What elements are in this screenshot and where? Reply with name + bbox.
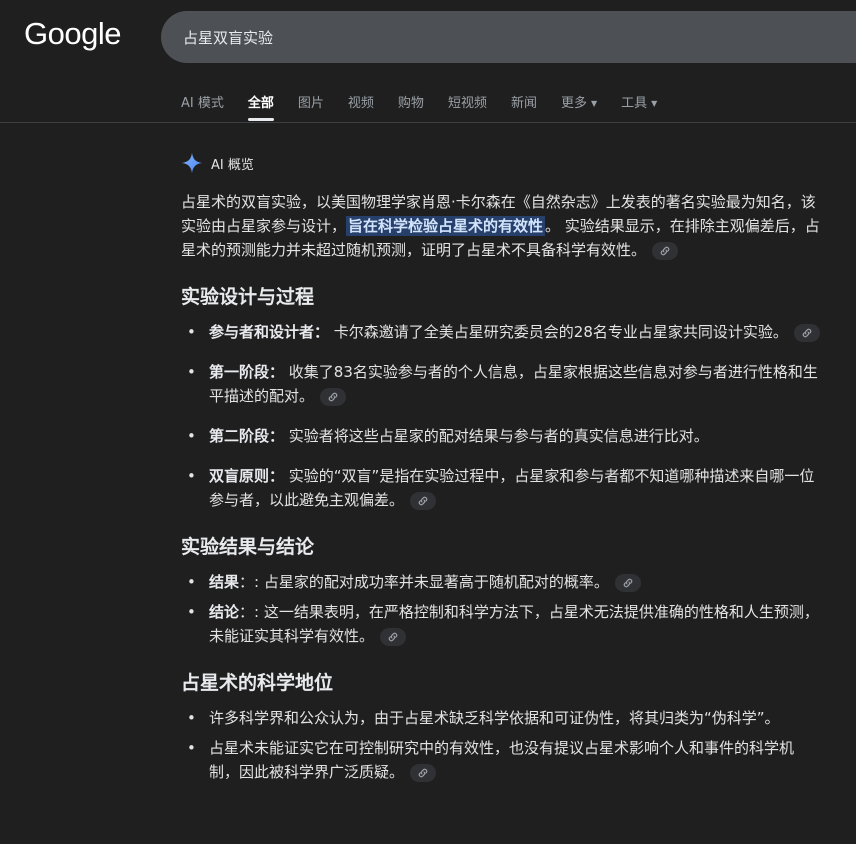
link-icon bbox=[388, 632, 398, 641]
ai-overview-header: AI 概览 bbox=[181, 152, 821, 174]
highlighted-text: 旨在科学检验占星术的有效性 bbox=[346, 216, 546, 236]
item-term: 参与者和设计者： bbox=[209, 323, 330, 341]
design-list: 参与者和设计者： 卡尔森邀请了全美占星研究委员会的28名专业占星家共同设计实验。… bbox=[181, 320, 821, 512]
sparkle-icon bbox=[181, 152, 203, 174]
section-heading: 占星术的科学地位 bbox=[181, 672, 334, 694]
tab-shopping[interactable]: 购物 bbox=[398, 90, 424, 119]
list-item: 参与者和设计者： 卡尔森邀请了全美占星研究委员会的28名专业占星家共同设计实验。 bbox=[181, 320, 821, 344]
tab-more-label: 更多 bbox=[560, 96, 587, 111]
status-list: 许多科学界和公众认为，由于占星术缺乏科学依据和可证伪性，将其归类为“伪科学”。 … bbox=[181, 706, 821, 784]
tab-more[interactable]: 更多 ▼ bbox=[561, 90, 597, 119]
tab-tools-label: 工具 bbox=[621, 96, 648, 111]
item-text: 实验的“双盲”是指在实验过程中，占星家和参与者都不知道哪种描述来自哪一位参与者，… bbox=[209, 467, 815, 509]
header: Google 占星双盲实验 AI 模式 全部 图片 视频 购物 短视频 新闻 更… bbox=[0, 0, 856, 123]
list-item: 占星术未能证实它在可控制研究中的有效性，也没有提议占星术影响个人和事件的科学机制… bbox=[181, 736, 821, 784]
google-logo[interactable]: Google bbox=[24, 16, 121, 52]
ai-overview-title: AI 概览 bbox=[211, 157, 254, 173]
item-term: 双盲原则： bbox=[209, 467, 285, 485]
list-item: 结果：: 占星家的配对成功率并未显著高于随机配对的概率。 bbox=[181, 570, 821, 594]
item-term: 第一阶段： bbox=[209, 363, 285, 381]
search-input[interactable]: 占星双盲实验 bbox=[183, 27, 273, 48]
list-item: 结论：: 这一结果表明，在严格控制和科学方法下，占星术无法提供准确的性格和人生预… bbox=[181, 600, 821, 648]
tab-short-videos[interactable]: 短视频 bbox=[448, 90, 487, 119]
list-item: 许多科学界和公众认为，由于占星术缺乏科学依据和可证伪性，将其归类为“伪科学”。 bbox=[181, 706, 821, 730]
item-term: 第二阶段： bbox=[209, 427, 285, 445]
link-icon bbox=[418, 496, 428, 505]
source-link-chip[interactable] bbox=[380, 627, 407, 646]
caret-down-icon: ▼ bbox=[651, 99, 658, 108]
list-item: 第一阶段： 收集了83名实验参与者的个人信息，占星家根据这些信息对参与者进行性格… bbox=[181, 360, 821, 408]
source-link-chip[interactable] bbox=[614, 573, 641, 592]
item-term: 结果 bbox=[209, 573, 240, 591]
source-link-chip[interactable] bbox=[793, 323, 820, 342]
section-heading: 实验设计与过程 bbox=[181, 286, 315, 308]
item-text: ：: 占星家的配对成功率并未显著高于随机配对的概率。 bbox=[239, 573, 609, 591]
item-text: 许多科学界和公众认为，由于占星术缺乏科学依据和可证伪性，将其归类为“伪科学”。 bbox=[209, 709, 780, 727]
item-text: 收集了83名实验参与者的个人信息，占星家根据这些信息对参与者进行性格和生平描述的… bbox=[209, 363, 818, 405]
item-text: 卡尔森邀请了全美占星研究委员会的28名专业占星家共同设计实验。 bbox=[329, 323, 788, 341]
source-link-chip[interactable] bbox=[320, 387, 347, 406]
tab-bar: AI 模式 全部 图片 视频 购物 短视频 新闻 更多 ▼ 工具 ▼ bbox=[181, 90, 681, 121]
link-icon bbox=[802, 328, 812, 337]
list-item: 双盲原则： 实验的“双盲”是指在实验过程中，占星家和参与者都不知道哪种描述来自哪… bbox=[181, 464, 821, 512]
tab-all[interactable]: 全部 bbox=[247, 90, 274, 121]
section-heading: 实验结果与结论 bbox=[181, 536, 315, 558]
source-link-chip[interactable] bbox=[652, 241, 679, 260]
link-icon bbox=[418, 768, 428, 777]
tab-videos[interactable]: 视频 bbox=[348, 90, 374, 119]
caret-down-icon: ▼ bbox=[590, 99, 598, 108]
item-term: 结论 bbox=[209, 603, 240, 621]
link-icon bbox=[623, 578, 633, 587]
item-text: 占星术未能证实它在可控制研究中的有效性，也没有提议占星术影响个人和事件的科学机制… bbox=[209, 739, 795, 781]
list-item: 第二阶段： 实验者将这些占星家的配对结果与参与者的真实信息进行比对。 bbox=[181, 424, 821, 448]
item-text: 实验者将这些占星家的配对结果与参与者的真实信息进行比对。 bbox=[284, 427, 709, 445]
intro-paragraph: 占星术的双盲实验，以美国物理学家肖恩·卡尔森在《自然杂志》上发表的著名实验最为知… bbox=[181, 190, 821, 262]
link-icon bbox=[328, 392, 338, 401]
source-link-chip[interactable] bbox=[410, 763, 437, 782]
tab-news[interactable]: 新闻 bbox=[511, 90, 537, 119]
tab-images[interactable]: 图片 bbox=[298, 90, 324, 119]
ai-overview: AI 概览 占星术的双盲实验，以美国物理学家肖恩·卡尔森在《自然杂志》上发表的著… bbox=[181, 152, 821, 790]
results-list: 结果：: 占星家的配对成功率并未显著高于随机配对的概率。 结论：: 这一结果表明… bbox=[181, 570, 821, 648]
search-box[interactable]: 占星双盲实验 bbox=[161, 11, 856, 63]
source-link-chip[interactable] bbox=[410, 491, 437, 510]
item-text: ：: 这一结果表明，在严格控制和科学方法下，占星术无法提供准确的性格和人生预测，… bbox=[209, 603, 819, 645]
link-icon bbox=[660, 246, 670, 255]
tab-tools[interactable]: 工具 ▼ bbox=[621, 90, 657, 119]
tab-ai-mode[interactable]: AI 模式 bbox=[181, 90, 224, 119]
